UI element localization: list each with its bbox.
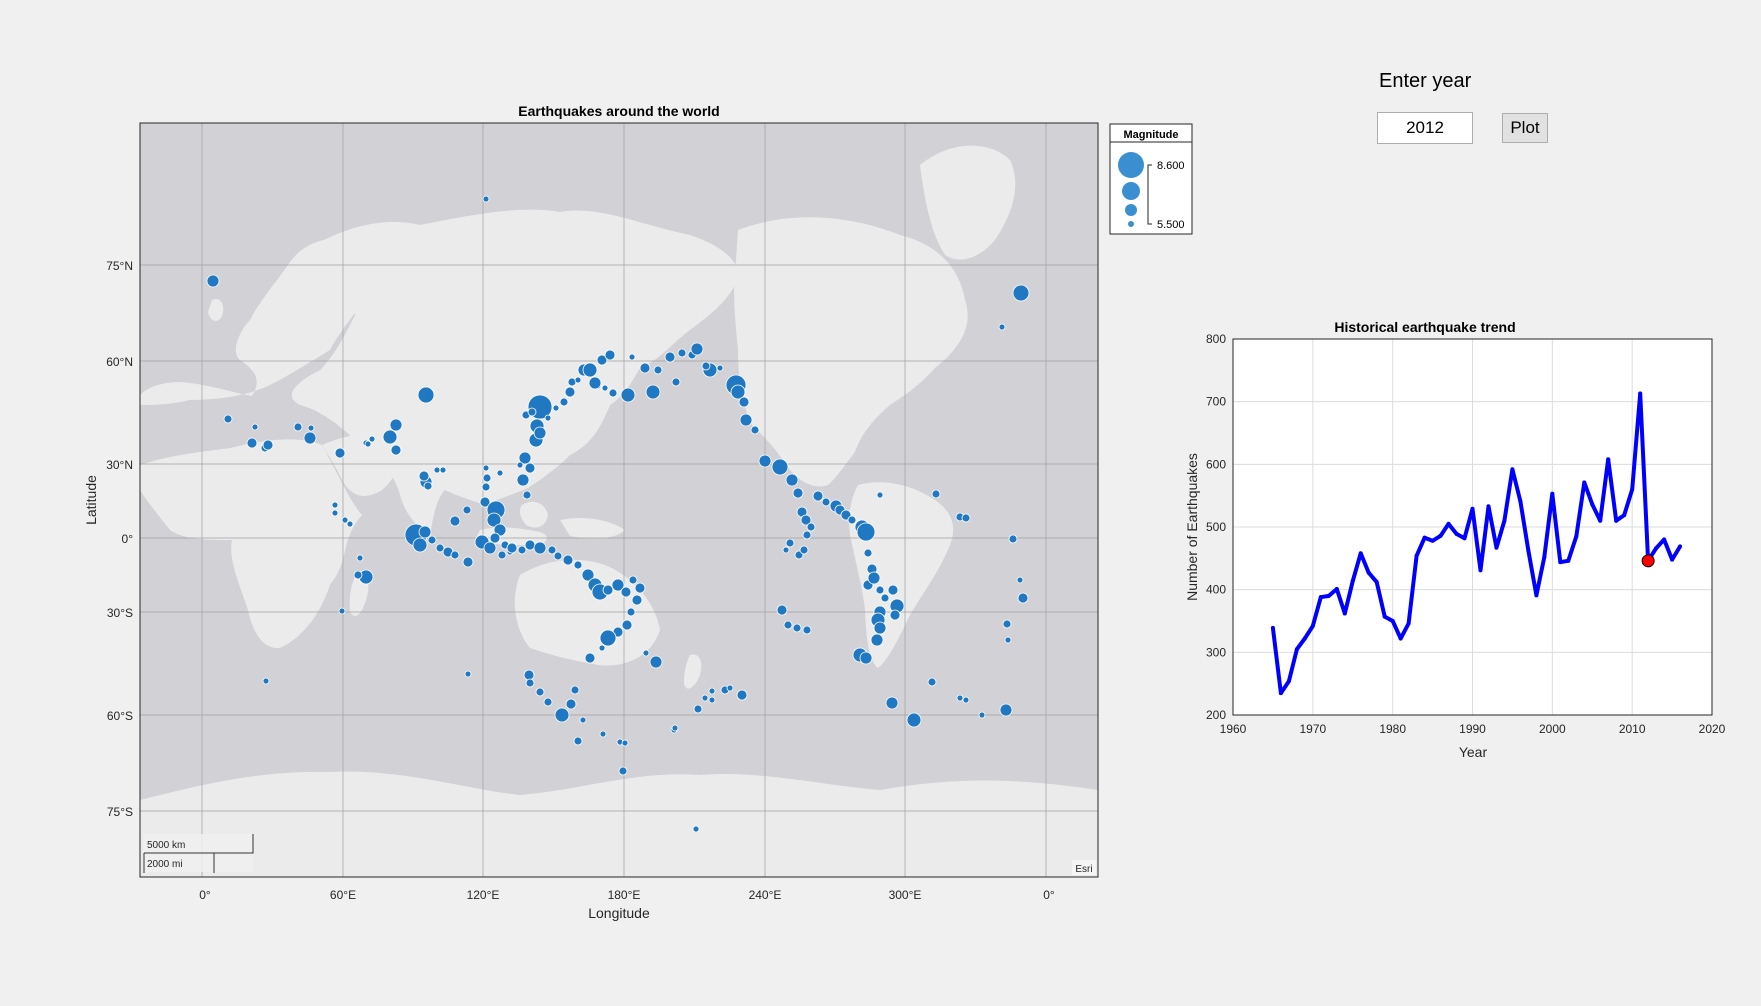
map-x-tick: 300°E <box>889 888 922 902</box>
map-y-tick: 30°N <box>106 458 133 472</box>
map-x-tick: 180°E <box>608 888 641 902</box>
map-x-tick: 0° <box>199 888 211 902</box>
legend-marker-smallest <box>1128 221 1134 227</box>
map-x-tick: 240°E <box>749 888 782 902</box>
map-y-tick: 60°S <box>107 709 133 723</box>
map-x-tick: 120°E <box>467 888 500 902</box>
map-y-tick: 75°S <box>107 805 133 819</box>
legend-marker-medium <box>1122 182 1140 200</box>
map-x-tick: 0° <box>1043 888 1055 902</box>
map-y-tick: 0° <box>122 532 134 546</box>
legend-marker-large <box>1118 152 1144 178</box>
legend-title: Magnitude <box>1124 129 1179 141</box>
map-y-tick: 60°N <box>106 355 133 369</box>
enter-year-label: Enter year <box>1379 70 1472 92</box>
legend-max-label: 8.600 <box>1157 160 1185 172</box>
scale-bar: 5000 km 2000 mi <box>143 834 254 873</box>
plot-button[interactable]: Plot <box>1502 113 1548 143</box>
magnitude-legend: Magnitude 8.600 5.500 <box>1109 123 1193 235</box>
map-y-label: Latitude <box>83 475 99 525</box>
map-y-tick: 30°S <box>107 606 133 620</box>
map-y-ticks: 75°N 60°N 30°N 0° 30°S 60°S 75°S <box>106 259 133 819</box>
map-title: Earthquakes around the world <box>518 103 719 119</box>
scale-bar-mi-label: 2000 mi <box>147 859 183 870</box>
map-x-ticks: 0° 60°E 120°E 180°E 240°E 300°E 0° <box>199 888 1055 902</box>
map-x-tick: 60°E <box>330 888 356 902</box>
legend-marker-small <box>1125 204 1137 216</box>
attribution-text: Esri <box>1075 864 1092 875</box>
legend-min-label: 5.500 <box>1157 219 1185 231</box>
year-input[interactable] <box>1377 112 1473 144</box>
earthquake-map[interactable]: Earthquakes around the world 0° 60°E 120… <box>0 0 1761 1006</box>
map-x-label: Longitude <box>588 905 650 921</box>
map-y-tick: 75°N <box>106 259 133 273</box>
scale-bar-km-label: 5000 km <box>147 840 185 851</box>
